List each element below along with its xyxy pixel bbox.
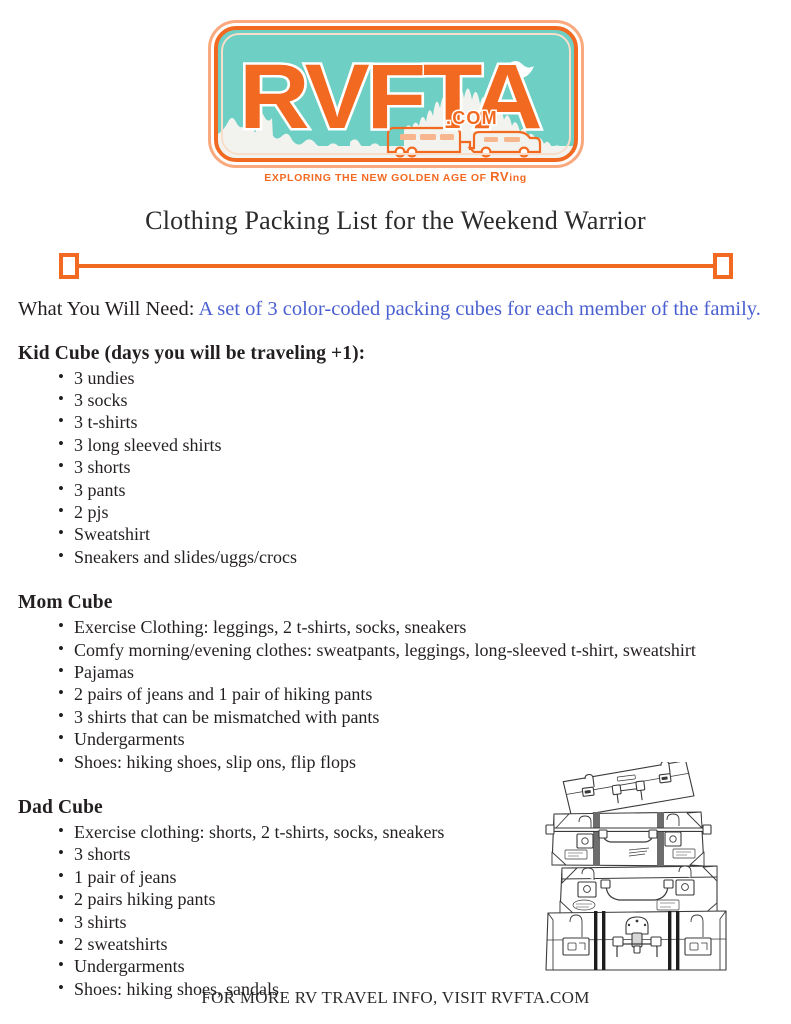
wordmark-brand-text: RVFTA — [239, 46, 540, 149]
list-item: 3 undies — [58, 365, 773, 389]
wordmark-domain-text: .COM — [446, 108, 498, 128]
list-item: 3 shirts that can be mismatched with pan… — [58, 705, 773, 728]
list-item: Undergarments — [58, 727, 773, 750]
list-item: Exercise clothing: shorts, 2 t-shirts, s… — [58, 820, 773, 843]
what-you-will-need-value: A set of 3 color-coded packing cubes for… — [198, 298, 761, 321]
list-item: 3 pants — [58, 478, 773, 501]
divider-right-cap — [712, 253, 733, 280]
dad-cube-list: Exercise clothing: shorts, 2 t-shirts, s… — [18, 820, 773, 1000]
list-item: 3 shorts — [58, 455, 773, 478]
kid-cube-heading: Kid Cube (days you will be traveling +1)… — [18, 342, 366, 364]
rvfta-wordmark: RVFTA .COM — [236, 43, 545, 151]
list-item: 2 pairs hiking pants — [58, 887, 773, 910]
section-divider — [58, 253, 733, 280]
kid-cube-list: 3 undies 3 socks 3 t-shirts 3 long sleev… — [18, 365, 773, 569]
what-you-will-need-label: What You Will Need: — [18, 298, 199, 321]
page-title: Clothing Packing List for the Weekend Wa… — [145, 206, 646, 235]
logo-header: RVFTA .COM EXPLORING THE NEW GOLDEN AGE … — [0, 0, 791, 184]
tagline-end-text: ing — [509, 172, 527, 184]
list-item: Sweatshirt — [58, 522, 773, 545]
list-item: 3 shorts — [58, 842, 773, 865]
list-item: 1 pair of jeans — [58, 865, 773, 888]
tagline-rv-text: RV — [490, 169, 510, 184]
dad-cube-heading: Dad Cube — [18, 797, 103, 818]
list-item: Shoes: hiking shoes, slip ons, flip flop… — [58, 750, 773, 773]
list-item: Undergarments — [58, 954, 773, 977]
list-item: 2 pjs — [58, 500, 773, 523]
list-item: 3 shirts — [58, 910, 773, 933]
list-item: 3 t-shirts — [58, 410, 773, 433]
list-item: 2 pairs of jeans and 1 pair of hiking pa… — [58, 682, 773, 705]
divider-left-cap — [58, 253, 79, 280]
list-item: 3 long sleeved shirts — [58, 433, 773, 456]
document-body: What You Will Need: A set of 3 color-cod… — [0, 297, 791, 1000]
divider-bar — [76, 264, 715, 269]
list-item: Sneakers and slides/uggs/crocs — [58, 545, 773, 568]
tagline-main-text: EXPLORING THE NEW GOLDEN AGE OF — [264, 172, 491, 184]
rvfta-license-plate-logo: RVFTA .COM — [213, 26, 578, 162]
list-item: Pajamas — [58, 660, 773, 683]
mom-cube-heading: Mom Cube — [18, 592, 113, 614]
list-item: Exercise Clothing: leggings, 2 t-shirts,… — [58, 615, 773, 638]
mom-cube-list: Exercise Clothing: leggings, 2 t-shirts,… — [18, 615, 773, 773]
what-you-will-need-line: What You Will Need: A set of 3 color-cod… — [18, 297, 773, 322]
list-item: Comfy morning/evening clothes: sweatpant… — [58, 638, 773, 661]
list-item: 3 socks — [58, 388, 773, 411]
logo-tagline: EXPLORING THE NEW GOLDEN AGE OF RVing — [264, 169, 526, 184]
list-item: 2 sweatshirts — [58, 932, 773, 955]
list-item: Shoes: hiking shoes, sandals — [58, 977, 773, 1000]
